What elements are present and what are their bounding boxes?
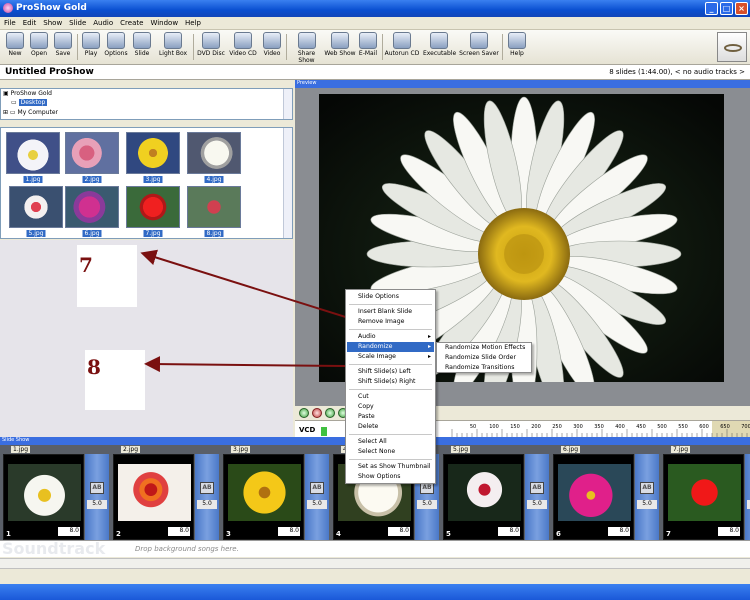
- menu-audio[interactable]: Audio ▸: [347, 332, 434, 342]
- menu-scale-image[interactable]: Scale Image ▸: [347, 352, 434, 362]
- menu-select-all[interactable]: Select All: [347, 437, 434, 447]
- menu-randomize-motion-effects[interactable]: Randomize Motion Effects: [438, 343, 530, 353]
- menu-cut[interactable]: Cut: [347, 392, 434, 402]
- menu-randomize[interactable]: Randomize ▸: [347, 342, 434, 352]
- submenu-arrow-icon: ▸: [427, 333, 431, 340]
- menu-separator: [349, 434, 432, 435]
- menu-randomize-slide-order[interactable]: Randomize Slide Order: [438, 353, 530, 363]
- menu-set-as-show-thumbnail[interactable]: Set as Show Thumbnail: [347, 462, 434, 472]
- menu-insert-blank-slide[interactable]: Insert Blank Slide: [347, 307, 434, 317]
- menu-shift-slide-s-right[interactable]: Shift Slide(s) Right: [347, 377, 434, 387]
- menu-remove-image[interactable]: Remove Image: [347, 317, 434, 327]
- submenu-arrow-icon: ▸: [427, 353, 431, 360]
- menu-separator: [349, 304, 432, 305]
- submenu-arrow-icon: ▸: [427, 343, 431, 350]
- menu-randomize-transitions[interactable]: Randomize Transitions: [438, 363, 530, 373]
- menu-select-none[interactable]: Select None: [347, 447, 434, 457]
- menu-slide-options[interactable]: Slide Options: [347, 292, 434, 302]
- randomize-submenu: Randomize Motion Effects Randomize Slide…: [436, 342, 532, 373]
- menu-separator: [349, 329, 432, 330]
- menu-separator: [349, 459, 432, 460]
- menu-separator: [349, 364, 432, 365]
- menu-shift-slide-s-left[interactable]: Shift Slide(s) Left: [347, 367, 434, 377]
- menu-separator: [349, 389, 432, 390]
- menu-delete[interactable]: Delete: [347, 422, 434, 432]
- menu-copy[interactable]: Copy: [347, 402, 434, 412]
- menu-paste[interactable]: Paste: [347, 412, 434, 422]
- context-menu: Slide Options Insert Blank Slide Remove Im…: [345, 289, 436, 484]
- menu-show-options[interactable]: Show Options: [347, 472, 434, 482]
